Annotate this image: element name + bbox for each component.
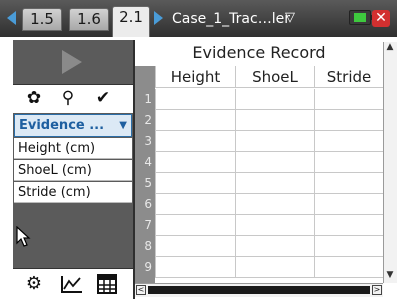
cell-divider bbox=[314, 89, 315, 110]
vertical-scrollbar[interactable] bbox=[383, 42, 397, 283]
table-row[interactable] bbox=[155, 215, 383, 236]
table-row[interactable] bbox=[155, 89, 383, 110]
cell-divider bbox=[155, 110, 156, 131]
cell-divider bbox=[155, 236, 156, 257]
evidence-selector-label: Evidence ... bbox=[19, 118, 105, 133]
right-arrow-icon[interactable] bbox=[154, 11, 163, 25]
table-row[interactable] bbox=[155, 257, 383, 278]
cell-divider bbox=[235, 152, 236, 173]
row-number[interactable]: 2 bbox=[135, 110, 155, 131]
table-row[interactable] bbox=[155, 194, 383, 215]
dropdown-icon: ▼ bbox=[119, 120, 127, 131]
cell-divider bbox=[235, 194, 236, 215]
column-item-shoel[interactable]: ShoeL (cm) bbox=[14, 160, 132, 181]
cell-divider bbox=[314, 152, 315, 173]
close-icon[interactable]: ✕ bbox=[372, 10, 390, 27]
cursor-icon bbox=[16, 226, 31, 247]
tab-1-6[interactable]: 1.6 bbox=[69, 8, 109, 31]
meter-icon[interactable]: ⚙ bbox=[19, 272, 49, 296]
check-icon[interactable]: ✔ bbox=[88, 86, 118, 110]
column-item-height[interactable]: Height (cm) bbox=[14, 138, 132, 159]
table-row[interactable] bbox=[155, 173, 383, 194]
scroll-left-icon[interactable]: < bbox=[136, 285, 146, 295]
cell-divider bbox=[155, 131, 156, 152]
cell-divider bbox=[314, 194, 315, 215]
table-icon[interactable] bbox=[92, 272, 122, 296]
column-item-stride[interactable]: Stride (cm) bbox=[14, 182, 132, 203]
cell-divider bbox=[235, 257, 236, 278]
table-row[interactable] bbox=[155, 110, 383, 131]
row-number[interactable]: 6 bbox=[135, 194, 155, 215]
graph-icon[interactable] bbox=[56, 272, 86, 296]
cell-divider bbox=[155, 215, 156, 236]
sheet-title: Evidence Record bbox=[192, 43, 326, 62]
battery-icon bbox=[349, 10, 372, 25]
cell-divider bbox=[314, 257, 315, 278]
cell-divider bbox=[155, 257, 156, 278]
scroll-up-icon[interactable]: ▲ bbox=[385, 42, 395, 52]
tab-1-5[interactable]: 1.5 bbox=[22, 8, 62, 31]
cell-divider bbox=[155, 173, 156, 194]
table-row[interactable] bbox=[155, 236, 383, 257]
table-row[interactable] bbox=[155, 131, 383, 152]
cell-divider bbox=[314, 131, 315, 152]
scrollbar-thumb[interactable] bbox=[148, 286, 370, 294]
left-arrow-icon[interactable] bbox=[7, 11, 16, 25]
cell-divider bbox=[235, 131, 236, 152]
cell-divider bbox=[235, 173, 236, 194]
cell-divider bbox=[155, 194, 156, 215]
cell-divider bbox=[155, 89, 156, 110]
evidence-selector[interactable]: Evidence ... ▼ bbox=[14, 114, 132, 137]
cell-divider bbox=[235, 110, 236, 131]
row-number[interactable]: 9 bbox=[135, 257, 155, 278]
cell-divider bbox=[235, 236, 236, 257]
scroll-right-icon[interactable]: > bbox=[372, 285, 382, 295]
cell-divider bbox=[314, 173, 315, 194]
cell-divider bbox=[235, 215, 236, 236]
row-number[interactable]: 3 bbox=[135, 131, 155, 152]
row-number[interactable]: 4 bbox=[135, 152, 155, 173]
scroll-down-icon[interactable]: ▼ bbox=[385, 270, 395, 280]
pin-icon[interactable]: ⚲ bbox=[53, 86, 83, 110]
cell-divider bbox=[155, 152, 156, 173]
row-number[interactable]: 5 bbox=[135, 173, 155, 194]
table-row[interactable] bbox=[155, 152, 383, 173]
document-title[interactable]: Case_1_Trac…ler bbox=[172, 9, 332, 29]
row-number[interactable]: 8 bbox=[135, 236, 155, 257]
cell-divider bbox=[314, 110, 315, 131]
column-header-shoel[interactable]: ShoeL bbox=[235, 66, 314, 88]
cell-divider bbox=[314, 236, 315, 257]
column-header-stride[interactable]: Stride bbox=[314, 66, 383, 88]
gear-icon[interactable]: ✿ bbox=[19, 86, 49, 110]
row-number[interactable]: 1 bbox=[135, 89, 155, 110]
play-icon[interactable] bbox=[62, 50, 82, 74]
chevron-down-icon[interactable]: ▽ bbox=[285, 11, 299, 25]
cell-divider bbox=[235, 89, 236, 110]
row-number[interactable]: 7 bbox=[135, 215, 155, 236]
cell-divider bbox=[314, 215, 315, 236]
column-header-height[interactable]: Height bbox=[155, 66, 235, 88]
tab-2-1[interactable]: 2.1 bbox=[112, 6, 150, 37]
